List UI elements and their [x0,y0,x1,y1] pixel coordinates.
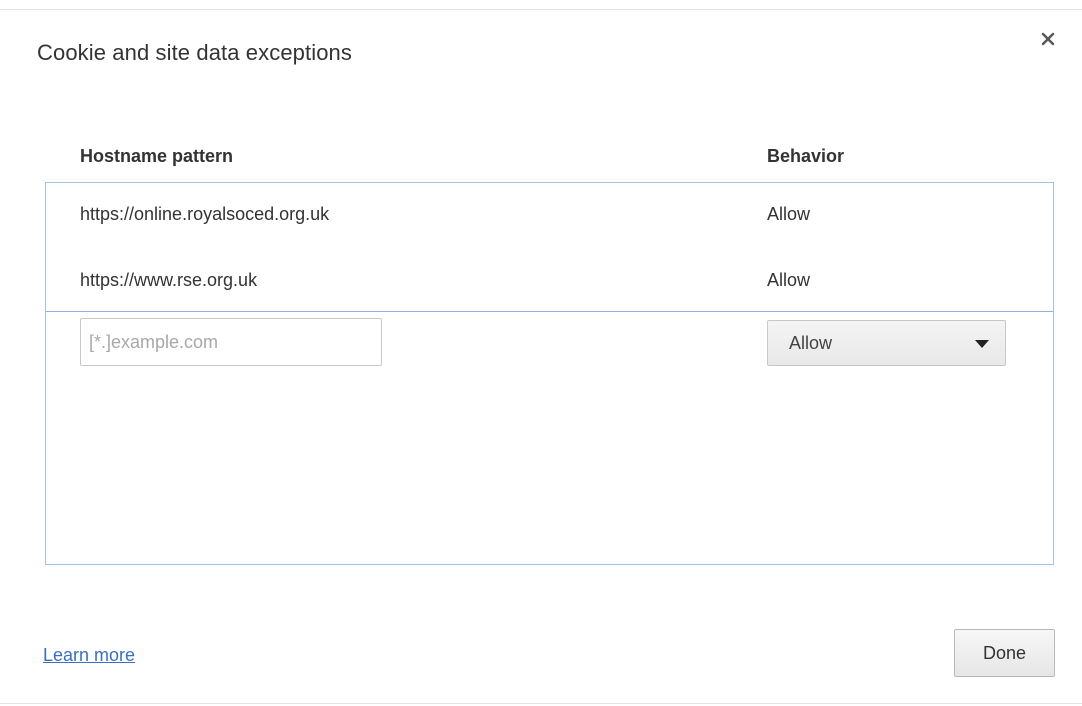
bottom-divider [0,703,1082,704]
close-icon [1041,32,1055,46]
hostname-pattern-input[interactable] [80,318,382,366]
chevron-down-icon [975,340,989,348]
learn-more-link[interactable]: Learn more [43,645,135,666]
behavior-select-value: Allow [789,333,833,353]
top-divider [0,9,1082,10]
list-item[interactable]: https://online.royalsoced.org.uk Allow [46,183,1053,247]
list-item-hostname: https://online.royalsoced.org.uk [80,204,330,224]
list-item-behavior: Allow [767,204,811,224]
new-entry-divider [46,311,1053,312]
dialog-title: Cookie and site data exceptions [37,40,352,65]
behavior-header: Behavior [767,146,845,166]
behavior-select[interactable]: Allow [767,320,1006,366]
cookie-exceptions-dialog: Cookie and site data exceptions Hostname… [0,0,1082,706]
exceptions-list: https://online.royalsoced.org.uk Allow h… [45,182,1054,565]
done-button[interactable]: Done [954,629,1055,677]
list-item-hostname: https://www.rse.org.uk [80,270,258,290]
list-item[interactable]: https://www.rse.org.uk Allow [46,249,1053,313]
close-button[interactable] [1034,25,1062,53]
list-item-behavior: Allow [767,270,811,290]
hostname-pattern-header: Hostname pattern [80,146,234,166]
